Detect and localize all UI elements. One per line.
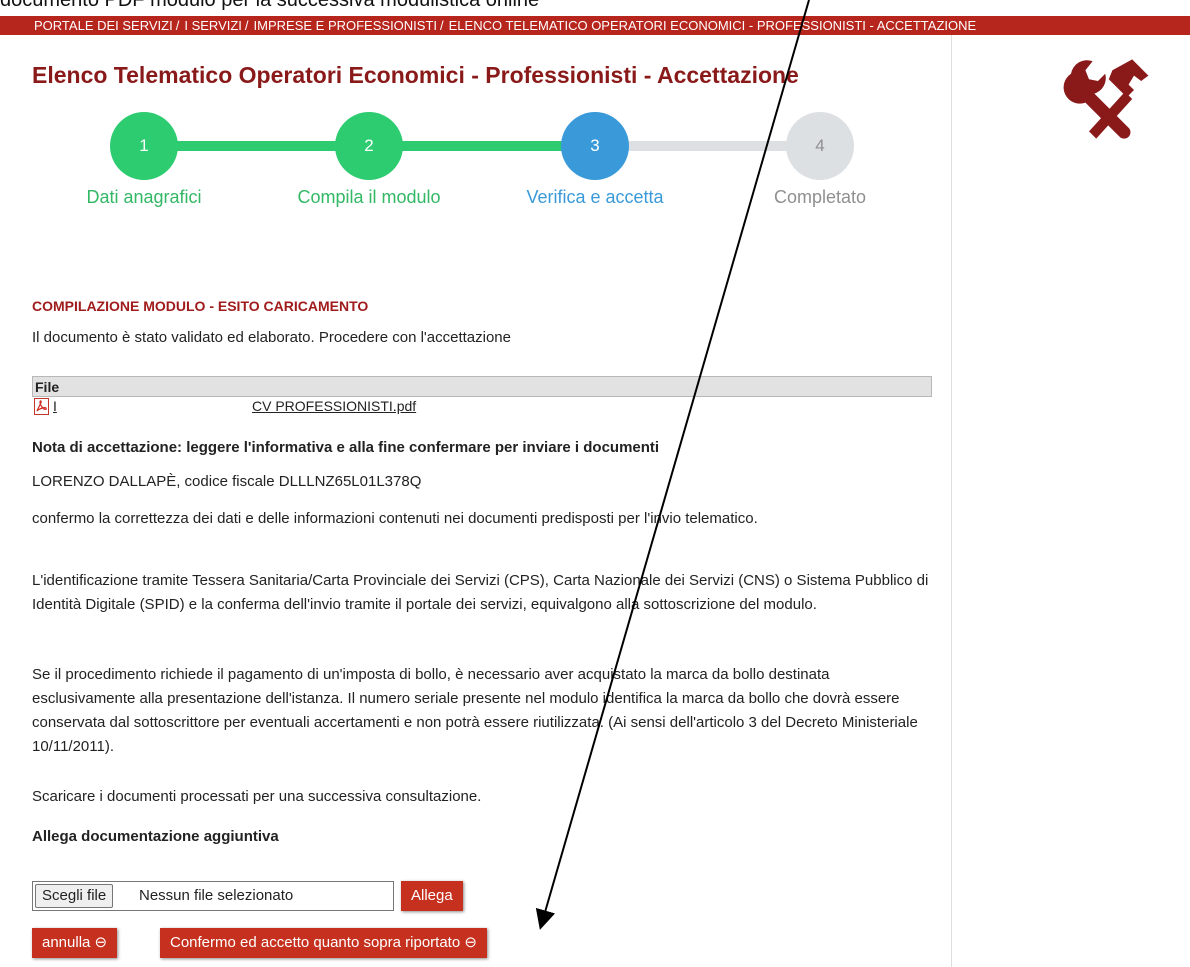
breadcrumb-label: ELENCO TELEMATICO OPERATORI ECONOMICI - … <box>448 18 977 33</box>
file-link-short[interactable]: I <box>53 398 57 414</box>
step-1-label: Dati anagrafici <box>86 187 202 207</box>
step-1-circle: 1 <box>110 112 178 180</box>
breadcrumb-businesses[interactable]: IMPRESE E PROFESSIONISTI / <box>254 18 449 33</box>
attach-button[interactable]: Allega <box>401 881 463 911</box>
file-input[interactable]: Scegli file Nessun file selezionato <box>32 881 394 911</box>
signer-line: LORENZO DALLAPÈ, codice fiscale DLLLNZ65… <box>32 473 422 490</box>
table-row: I CV PROFESSIONISTI.pdf <box>32 397 932 417</box>
step-2-label: Compila il modulo <box>297 187 441 207</box>
step-4-circle: 4 <box>786 112 854 180</box>
breadcrumb-label[interactable]: IMPRESE E PROFESSIONISTI <box>254 18 437 33</box>
breadcrumb-label[interactable]: PORTALE DEI SERVIZI <box>34 18 173 33</box>
paragraph-stamp-duty: Se il procedimento richiede il pagamento… <box>32 666 918 755</box>
cropped-text-line: documento PDF modulo per la successiva m… <box>0 0 540 11</box>
breadcrumb-services[interactable]: I SERVIZI / <box>184 18 253 33</box>
paragraph-identification: L'identificazione tramite Tessera Sanita… <box>32 572 929 613</box>
paragraph-download: Scaricare i documenti processati per una… <box>32 788 482 805</box>
file-input-status: Nessun file selezionato <box>139 887 294 904</box>
step-2-circle: 2 <box>335 112 403 180</box>
page-title: Elenco Telematico Operatori Economici - … <box>32 62 799 88</box>
sidebar-divider <box>951 35 952 967</box>
choose-file-button[interactable]: Scegli file <box>35 884 114 908</box>
step-3-circle: 3 <box>561 112 629 180</box>
breadcrumb-separator: / <box>175 18 180 33</box>
cropped-top-text: documento PDF modulo per la successiva m… <box>0 0 1190 16</box>
breadcrumb-label[interactable]: I SERVIZI <box>184 18 242 33</box>
breadcrumb-separator: / <box>244 18 249 33</box>
pdf-icon[interactable] <box>34 398 49 415</box>
step-4-label: Completato <box>773 187 867 207</box>
attach-title: Allega documentazione aggiuntiva <box>32 828 279 845</box>
tools-icon <box>1063 59 1149 139</box>
breadcrumb-current: ELENCO TELEMATICO OPERATORI ECONOMICI - … <box>449 18 977 33</box>
file-link[interactable]: CV PROFESSIONISTI.pdf <box>252 398 416 414</box>
breadcrumb-portal[interactable]: PORTALE DEI SERVIZI / <box>34 18 184 33</box>
step-3-label: Verifica e accetta <box>526 187 664 207</box>
section-title: COMPILAZIONE MODULO - ESITO CARICAMENTO <box>32 298 369 314</box>
acceptance-note-title: Nota di accettazione: leggere l'informat… <box>32 439 660 456</box>
paragraph-confirm: confermo la correttezza dei dati e delle… <box>32 510 758 527</box>
breadcrumb-separator: / <box>440 18 444 33</box>
breadcrumb: PORTALE DEI SERVIZI / I SERVIZI / IMPRESE E … <box>0 16 1190 35</box>
cancel-button[interactable]: annulla ⊖ <box>32 928 118 958</box>
status-message: Il documento è stato validato ed elabora… <box>32 329 511 346</box>
confirm-button[interactable]: Confermo ed accetto quanto sopra riporta… <box>160 928 487 958</box>
file-table: File I CV PROFESSIONISTI.pdf <box>32 376 932 417</box>
file-table-header: File <box>32 376 932 397</box>
